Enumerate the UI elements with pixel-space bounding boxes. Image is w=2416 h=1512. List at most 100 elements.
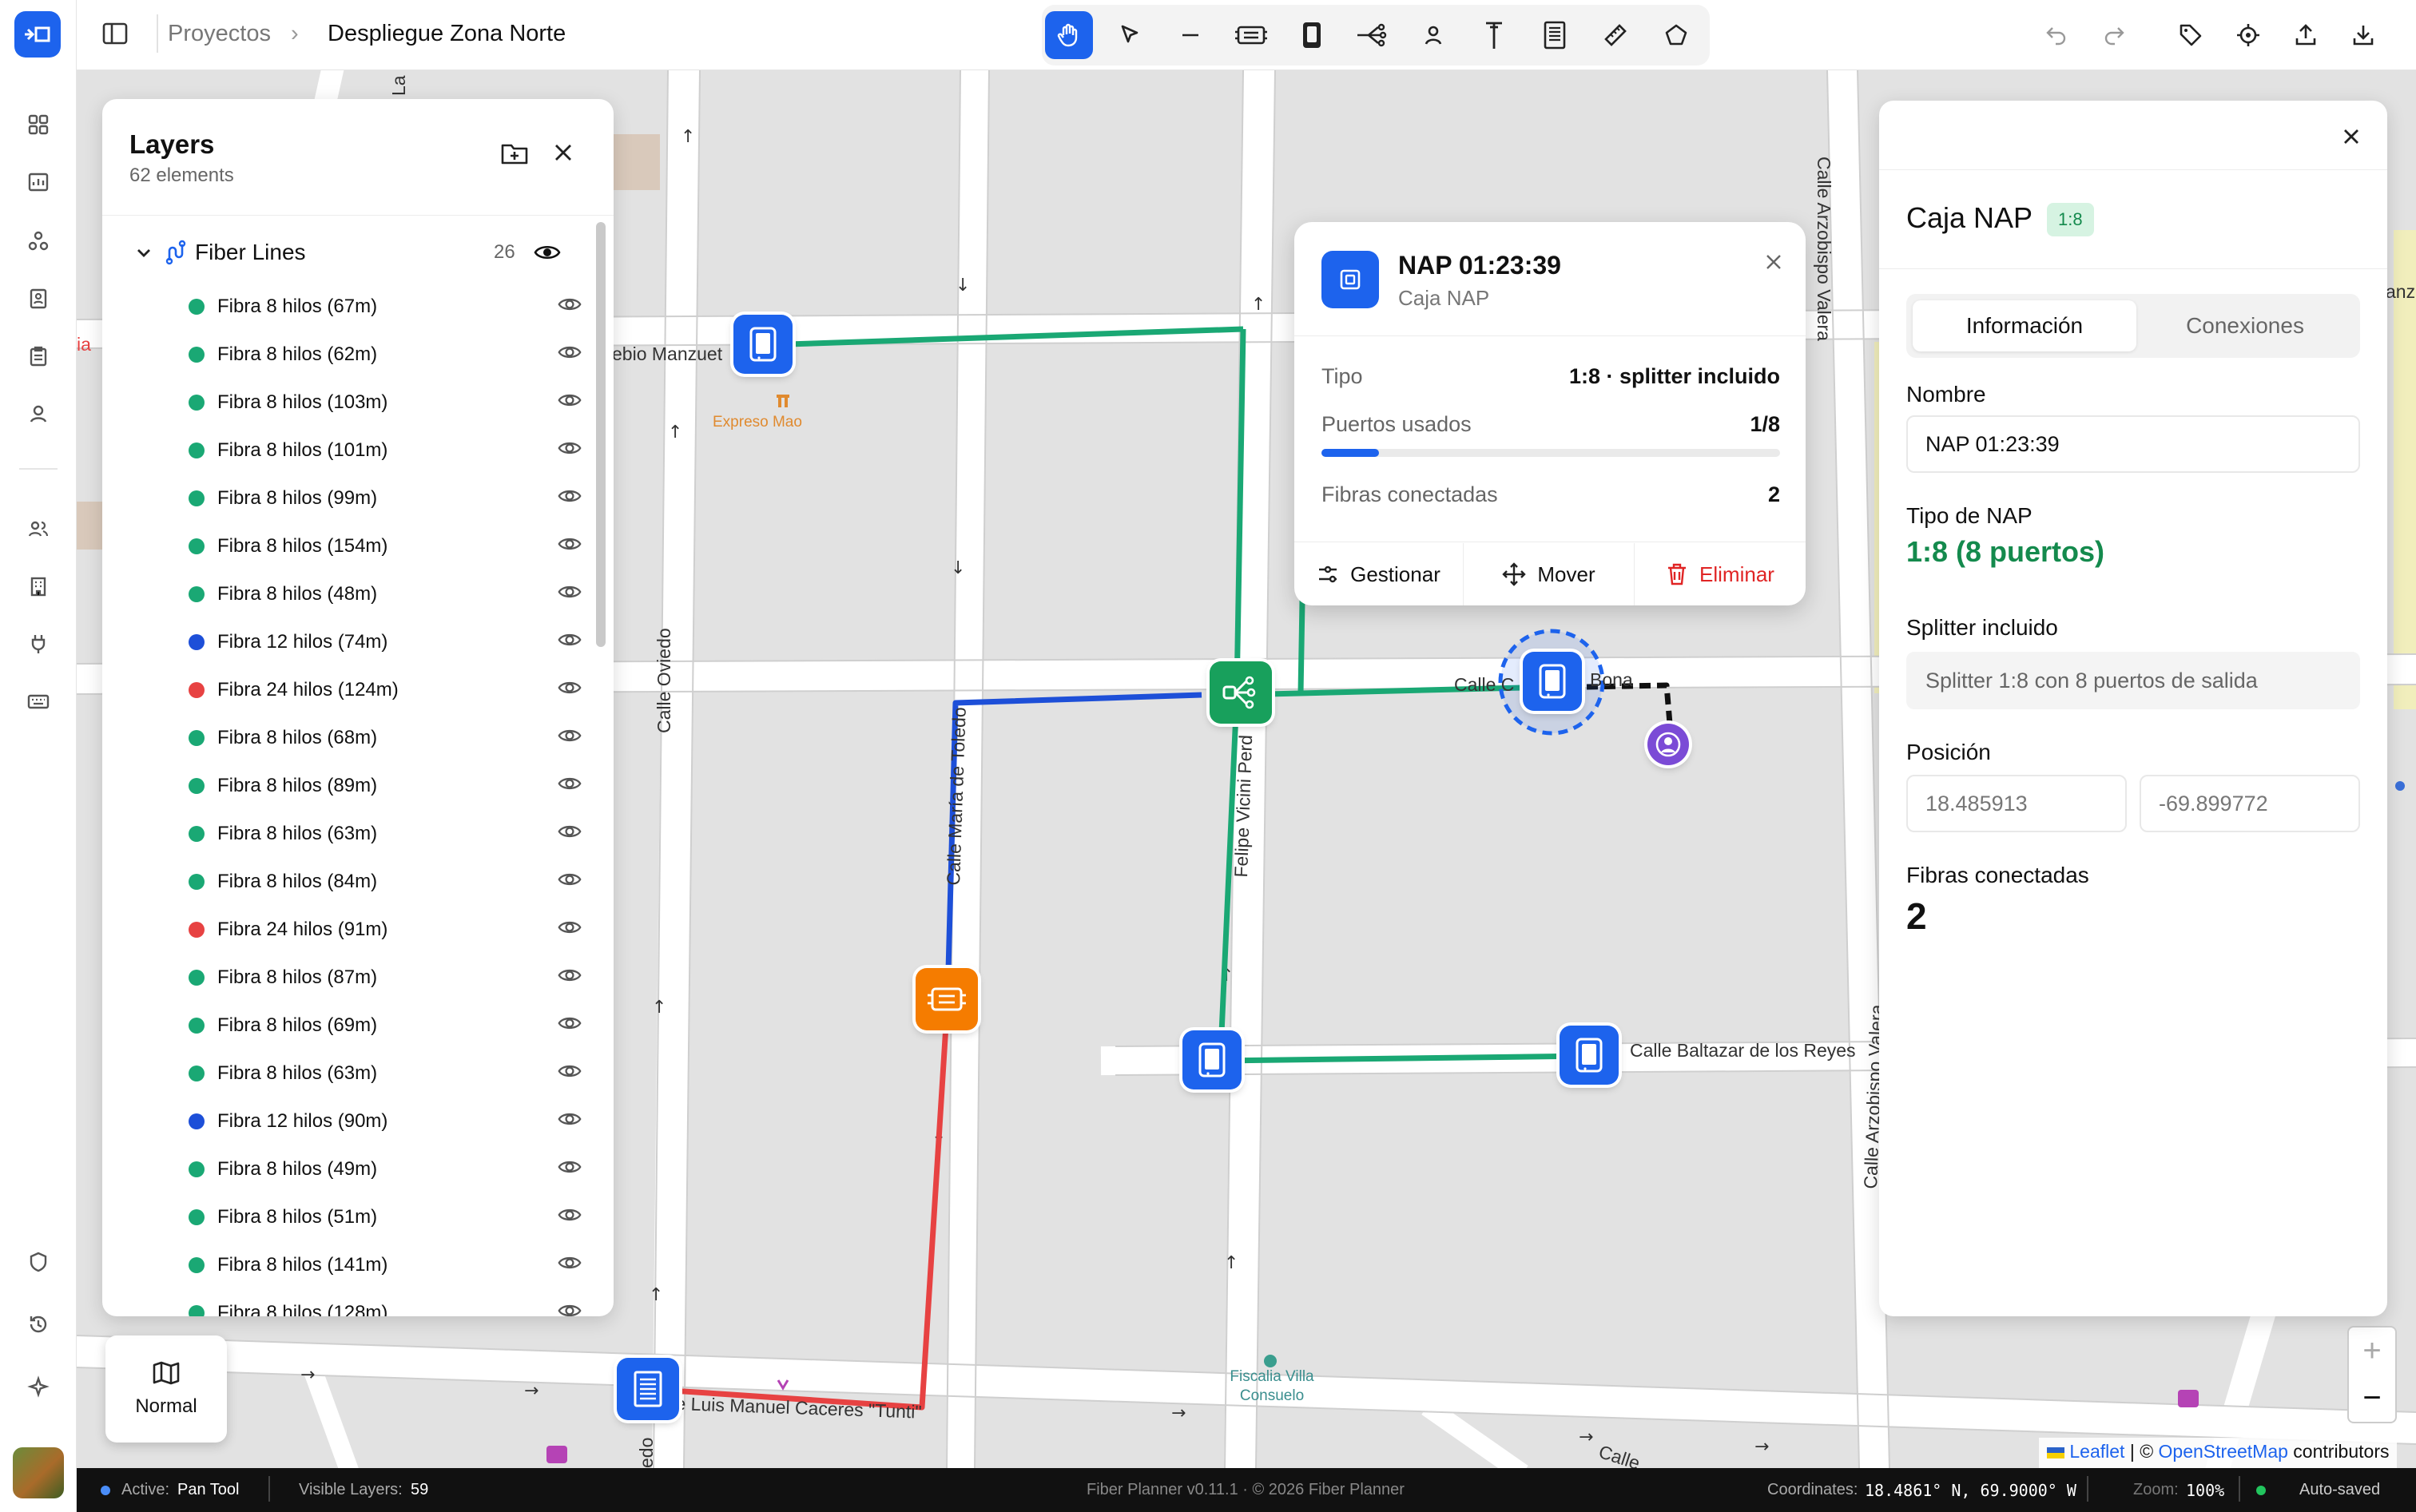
- app-logo-icon[interactable]: [14, 11, 61, 58]
- layer-item[interactable]: Fibra 8 hilos (103m): [102, 379, 590, 427]
- chart-icon[interactable]: [22, 166, 54, 198]
- tab-connections[interactable]: Conexiones: [2136, 300, 2354, 351]
- eye-icon[interactable]: [558, 919, 582, 936]
- eye-icon[interactable]: [558, 535, 582, 553]
- eye-icon[interactable]: [558, 631, 582, 649]
- contact-icon[interactable]: [22, 283, 54, 315]
- pole-icon[interactable]: [1470, 11, 1518, 59]
- cabinet-icon[interactable]: [1531, 11, 1579, 59]
- nap-box-marker-selected[interactable]: [1523, 652, 1582, 711]
- latitude-field[interactable]: 18.485913: [1906, 775, 2127, 832]
- layer-item[interactable]: Fibra 8 hilos (51m): [102, 1193, 590, 1241]
- plug-icon[interactable]: [22, 628, 54, 660]
- layer-item[interactable]: Fibra 8 hilos (154m): [102, 522, 590, 570]
- eye-icon[interactable]: [558, 679, 582, 696]
- eye-icon[interactable]: [558, 343, 582, 361]
- layer-item[interactable]: Fibra 8 hilos (89m): [102, 762, 590, 810]
- splitter-icon[interactable]: [1349, 11, 1397, 59]
- eye-icon[interactable]: [558, 1110, 582, 1128]
- history-icon[interactable]: [22, 1308, 54, 1340]
- close-icon[interactable]: [1764, 252, 1783, 272]
- layer-item[interactable]: Fibra 8 hilos (99m): [102, 474, 590, 522]
- avatar[interactable]: [13, 1447, 64, 1498]
- tag-icon[interactable]: [2172, 16, 2210, 54]
- poi-restaurant-label[interactable]: Expreso Mao: [713, 414, 802, 431]
- users-icon[interactable]: [22, 513, 54, 545]
- eye-icon[interactable]: [558, 487, 582, 505]
- manage-button[interactable]: Gestionar: [1294, 543, 1464, 605]
- eye-icon[interactable]: [558, 439, 582, 457]
- locate-icon[interactable]: [2229, 16, 2267, 54]
- poi-fiscalia-label[interactable]: Fiscalia Villa Consuelo: [1216, 1367, 1328, 1406]
- eye-icon[interactable]: [558, 775, 582, 792]
- layer-item[interactable]: Fibra 8 hilos (128m): [102, 1289, 590, 1316]
- name-field[interactable]: NAP 01:23:39: [1906, 415, 2360, 473]
- osm-link[interactable]: OpenStreetMap: [2159, 1441, 2288, 1462]
- ruler-icon[interactable]: [1591, 11, 1639, 59]
- layers-scrollbar[interactable]: [596, 222, 606, 647]
- chevron-down-icon[interactable]: [134, 243, 153, 262]
- tab-information[interactable]: Información: [1913, 300, 2136, 351]
- layer-item[interactable]: Fibra 12 hilos (74m): [102, 618, 590, 666]
- zoom-out-button[interactable]: −: [2347, 1374, 2397, 1423]
- nap-box-marker[interactable]: [1182, 1030, 1242, 1089]
- layer-group-fiber-lines[interactable]: Fiber Lines 26: [134, 235, 582, 270]
- splitter-marker[interactable]: [1210, 661, 1272, 724]
- eye-icon[interactable]: [558, 1254, 582, 1272]
- undo-icon[interactable]: [2037, 16, 2076, 54]
- layer-item[interactable]: Fibra 8 hilos (48m): [102, 570, 590, 618]
- nap-box-icon[interactable]: [1288, 11, 1336, 59]
- add-folder-icon[interactable]: [500, 141, 529, 166]
- nap-box-marker[interactable]: [1560, 1026, 1619, 1085]
- layer-item[interactable]: Fibra 24 hilos (91m): [102, 906, 590, 954]
- eye-icon[interactable]: [558, 823, 582, 840]
- zoom-in-button[interactable]: +: [2347, 1326, 2397, 1375]
- eye-icon[interactable]: [558, 1302, 582, 1316]
- polygon-icon[interactable]: [1652, 11, 1700, 59]
- olt-icon[interactable]: [1227, 11, 1275, 59]
- eye-icon[interactable]: [558, 1158, 582, 1176]
- basemap-toggle-button[interactable]: Normal: [105, 1335, 227, 1443]
- shield-icon[interactable]: [22, 1246, 54, 1278]
- dashboard-icon[interactable]: [22, 109, 54, 141]
- eye-icon[interactable]: [558, 871, 582, 888]
- client-marker[interactable]: [1647, 724, 1689, 765]
- layer-item[interactable]: Fibra 8 hilos (141m): [102, 1241, 590, 1289]
- eye-icon[interactable]: [534, 243, 561, 262]
- line-icon[interactable]: [1166, 11, 1214, 59]
- user-location-icon[interactable]: [22, 398, 54, 430]
- breadcrumb-parent[interactable]: Proyectos: [168, 18, 271, 50]
- select-pointer-icon[interactable]: [1106, 11, 1154, 59]
- layer-item[interactable]: Fibra 8 hilos (68m): [102, 714, 590, 762]
- delete-button[interactable]: Eliminar: [1635, 543, 1806, 605]
- longitude-field[interactable]: -69.899772: [2140, 775, 2360, 832]
- layer-item[interactable]: Fibra 8 hilos (62m): [102, 331, 590, 379]
- clipboard-icon[interactable]: [22, 340, 54, 372]
- layer-item[interactable]: Fibra 12 hilos (90m): [102, 1097, 590, 1145]
- layer-item[interactable]: Fibra 8 hilos (63m): [102, 810, 590, 858]
- close-icon[interactable]: [2339, 125, 2363, 149]
- eye-icon[interactable]: [558, 391, 582, 409]
- layer-item[interactable]: Fibra 8 hilos (87m): [102, 954, 590, 1002]
- olt-marker[interactable]: [916, 968, 978, 1030]
- eye-icon[interactable]: [558, 296, 582, 313]
- download-icon[interactable]: [2344, 16, 2382, 54]
- eye-icon[interactable]: [558, 727, 582, 744]
- layer-item[interactable]: Fibra 8 hilos (63m): [102, 1050, 590, 1097]
- layer-item[interactable]: Fibra 24 hilos (124m): [102, 666, 590, 714]
- eye-icon[interactable]: [558, 583, 582, 601]
- layer-item[interactable]: Fibra 8 hilos (67m): [102, 283, 590, 331]
- keyboard-icon[interactable]: [22, 685, 54, 717]
- eye-icon[interactable]: [558, 1062, 582, 1080]
- nap-box-marker[interactable]: [733, 315, 793, 374]
- pan-hand-icon[interactable]: [1045, 11, 1093, 59]
- eye-icon[interactable]: [558, 1206, 582, 1224]
- redo-icon[interactable]: [2095, 16, 2133, 54]
- building-icon[interactable]: [22, 570, 54, 602]
- sidebar-toggle-icon[interactable]: [101, 19, 129, 48]
- sparkle-icon[interactable]: [22, 1371, 54, 1403]
- leaflet-link[interactable]: Leaflet: [2069, 1441, 2124, 1462]
- client-icon[interactable]: [1409, 11, 1457, 59]
- cabinet-marker[interactable]: [617, 1358, 679, 1420]
- move-button[interactable]: Mover: [1464, 543, 1635, 605]
